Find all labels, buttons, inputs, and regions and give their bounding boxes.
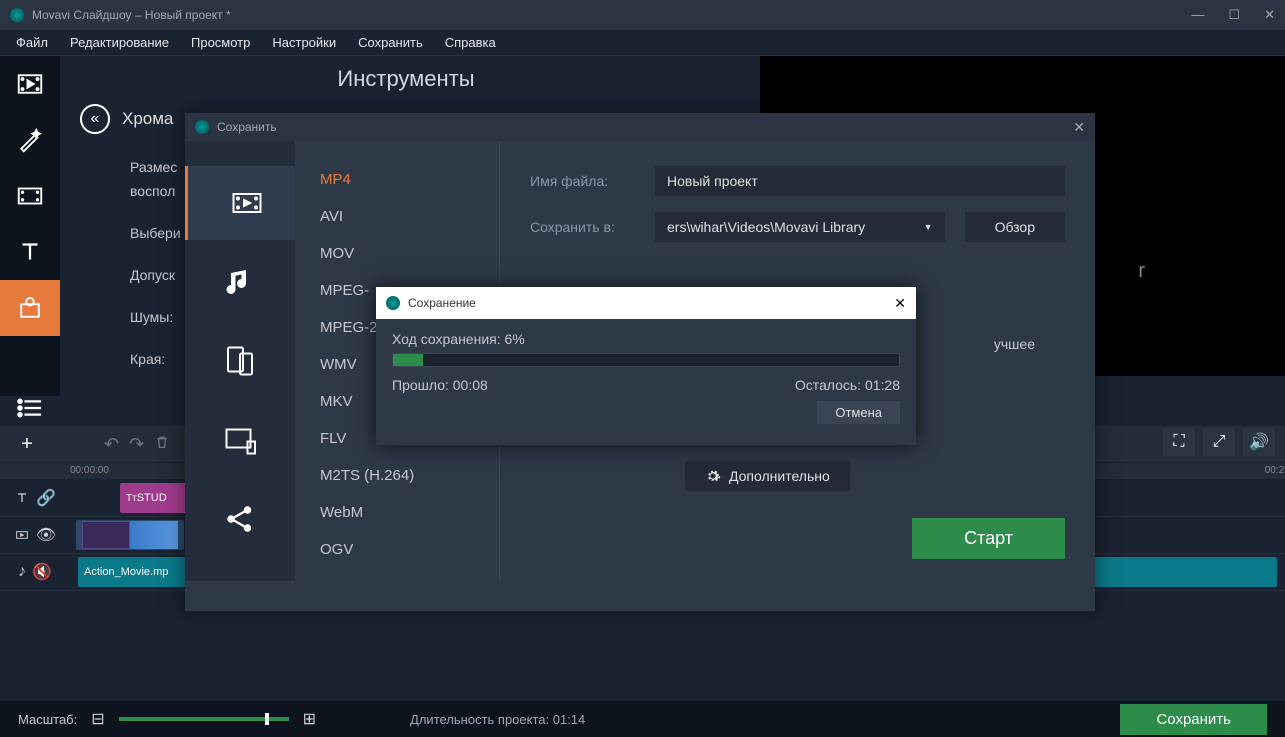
advanced-button[interactable]: Дополнительно — [685, 461, 850, 491]
menu-save[interactable]: Сохранить — [358, 35, 423, 50]
zoom-in-icon[interactable]: ⊞ — [303, 709, 316, 729]
maximize-button[interactable]: ☐ — [1228, 7, 1240, 23]
preview-text: r — [1138, 260, 1145, 283]
menu-settings[interactable]: Настройки — [272, 35, 336, 50]
add-track-button[interactable]: + — [14, 431, 40, 457]
expand-icon[interactable]: ⛶ — [1163, 428, 1195, 456]
link-icon: 🔗 — [36, 488, 56, 508]
hints-list: Размес воспол Выбери Допуск Шумы: Края: — [130, 155, 181, 371]
format-ogv[interactable]: OGV — [295, 531, 499, 568]
tab-devices[interactable] — [195, 324, 285, 398]
titlebar-text: Movavi Слайдшоу – Новый проект * — [32, 8, 1191, 22]
gear-icon — [705, 468, 721, 484]
bottombar: Масштаб: ⊟ ⊞ Длительность проекта: 01:14… — [0, 701, 1285, 737]
redo-button[interactable]: ↷ — [129, 434, 144, 455]
close-button[interactable]: ✕ — [1264, 7, 1275, 23]
saveto-path[interactable]: ers\wihar\Videos\Movavi Library — [655, 212, 945, 242]
titlebar: Movavi Слайдшоу – Новый проект * — ☐ ✕ — [0, 0, 1285, 30]
quality-text: учшее — [994, 336, 1035, 352]
fullscreen-icon[interactable]: ⤢ — [1203, 428, 1235, 456]
menu-file[interactable]: Файл — [16, 35, 48, 50]
minimize-button[interactable]: — — [1191, 7, 1204, 23]
filename-input[interactable] — [655, 166, 1065, 196]
save-dialog-title: Сохранить — [217, 120, 277, 134]
tool-effects[interactable] — [0, 280, 60, 336]
progress-fill — [393, 354, 423, 366]
mute-icon[interactable]: 🔇 — [32, 562, 52, 582]
cancel-button[interactable]: Отмена — [817, 401, 900, 424]
tab-video[interactable] — [185, 166, 295, 240]
volume-icon[interactable]: 🔊 — [1243, 428, 1275, 456]
start-button[interactable]: Старт — [912, 518, 1065, 559]
save-dialog-close[interactable]: ✕ — [1073, 119, 1085, 136]
format-mp4[interactable]: MP4 — [295, 161, 499, 198]
progress-icon — [386, 296, 400, 310]
tool-titles[interactable] — [0, 224, 60, 280]
video-clip[interactable] — [76, 520, 184, 550]
tab-tv[interactable] — [195, 403, 285, 477]
format-m2ts[interactable]: M2TS (H.264) — [295, 457, 499, 494]
chroma-label: Хрома — [122, 109, 173, 129]
filename-label: Имя файла: — [530, 173, 635, 189]
duration-label: Длительность проекта: 01:14 — [410, 712, 585, 727]
tool-list[interactable] — [0, 390, 60, 426]
format-webm[interactable]: WebM — [295, 494, 499, 531]
browse-button[interactable]: Обзор — [965, 212, 1065, 242]
scale-label: Масштаб: — [18, 712, 77, 727]
panel-title: Инструменты — [60, 56, 752, 102]
menu-edit[interactable]: Редактирование — [70, 35, 169, 50]
progress-close[interactable]: ✕ — [894, 295, 906, 312]
tab-audio[interactable] — [195, 245, 285, 319]
save-dialog-icon — [195, 120, 209, 134]
export-category-tabs — [185, 141, 295, 581]
back-button[interactable]: « — [80, 104, 110, 134]
remaining-time: Осталось: 01:28 — [795, 377, 900, 393]
menu-view[interactable]: Просмотр — [191, 35, 250, 50]
music-icon: ♪ — [18, 563, 26, 581]
saveto-label: Сохранить в: — [530, 219, 635, 235]
format-mov[interactable]: MOV — [295, 235, 499, 272]
tool-magic[interactable] — [0, 112, 60, 168]
delete-button[interactable] — [154, 434, 170, 455]
tool-transitions[interactable] — [0, 168, 60, 224]
eye-icon[interactable]: 👁 — [36, 525, 56, 545]
progress-dialog: Сохранение ✕ Ход сохранения: 6% Прошло: … — [376, 287, 916, 445]
progress-title: Сохранение — [408, 296, 476, 310]
tool-media[interactable] — [0, 56, 60, 112]
menu-help[interactable]: Справка — [445, 35, 496, 50]
format-avi[interactable]: AVI — [295, 198, 499, 235]
save-button[interactable]: Сохранить — [1120, 704, 1267, 735]
menubar: Файл Редактирование Просмотр Настройки С… — [0, 30, 1285, 56]
undo-button[interactable]: ↶ — [104, 434, 119, 455]
left-toolbar — [0, 56, 60, 396]
progress-bar — [392, 353, 900, 367]
elapsed-time: Прошло: 00:08 — [392, 377, 488, 393]
zoom-out-icon[interactable]: ⊟ — [91, 709, 104, 729]
scale-slider[interactable] — [119, 717, 289, 721]
progress-label: Ход сохранения: 6% — [392, 331, 900, 347]
tab-share[interactable] — [195, 482, 285, 556]
app-icon — [10, 8, 24, 22]
